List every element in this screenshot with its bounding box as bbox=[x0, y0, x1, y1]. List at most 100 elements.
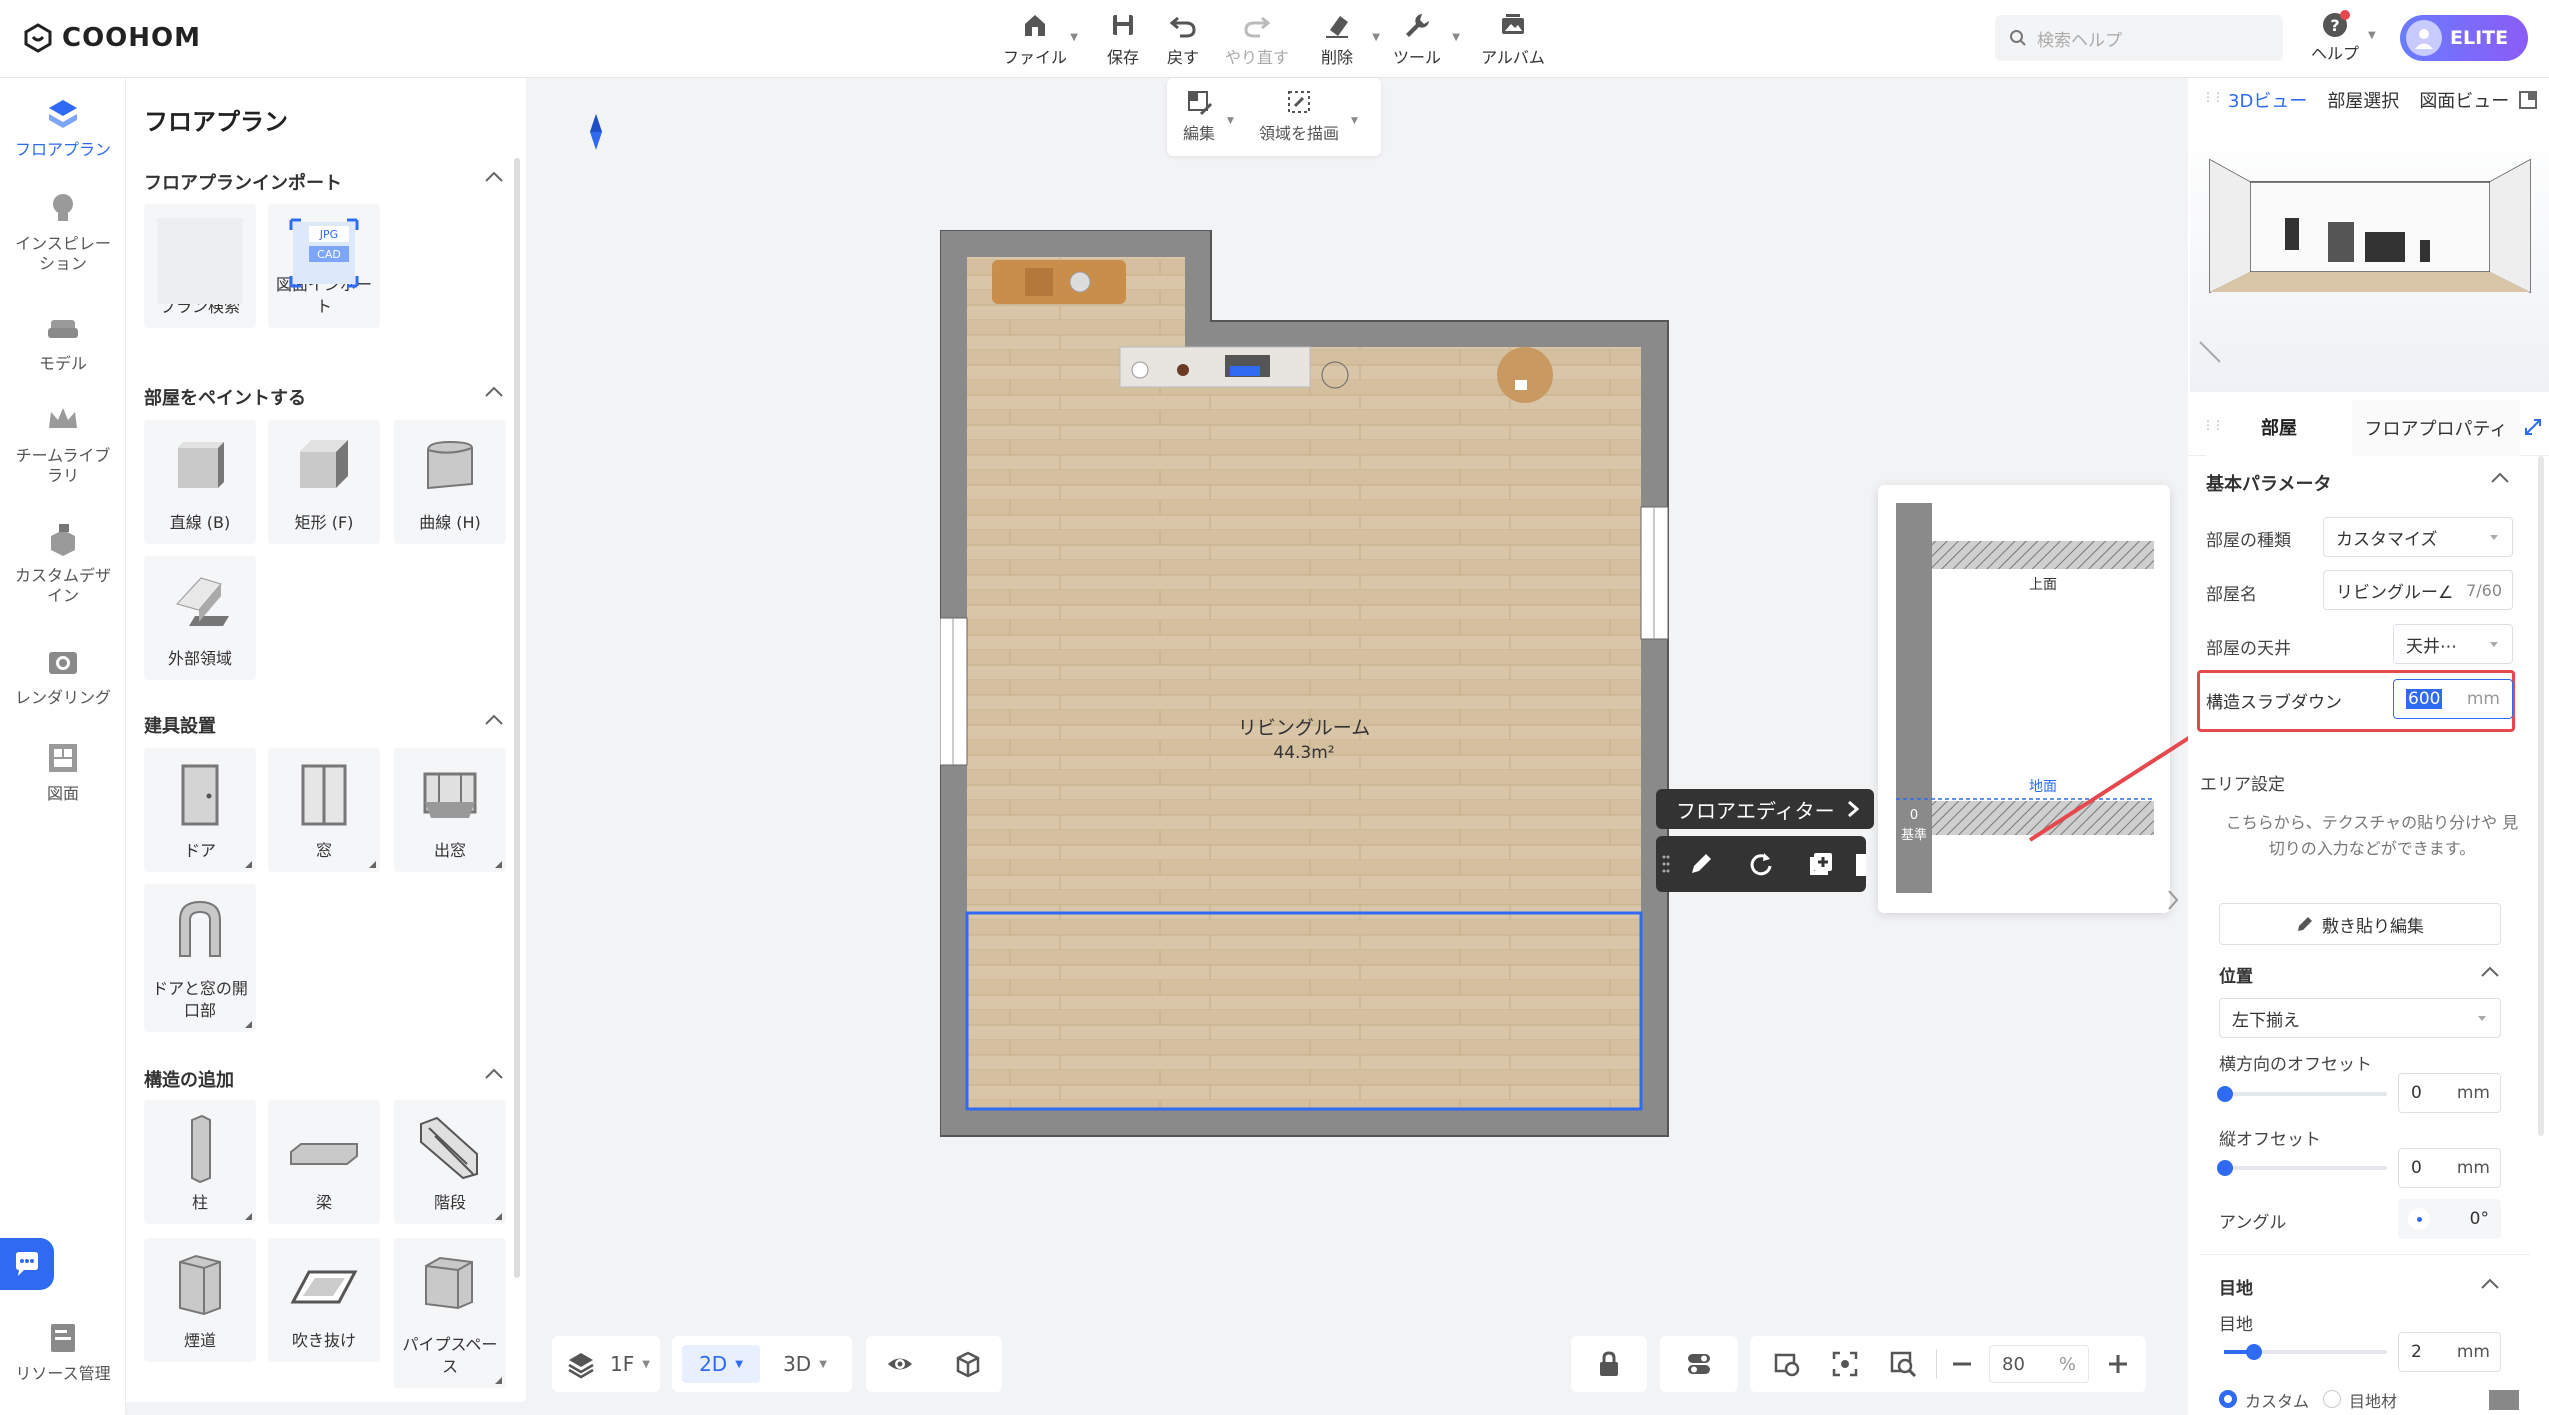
copy-add-icon[interactable] bbox=[1806, 849, 1836, 879]
right-panel-scrollbar[interactable] bbox=[2538, 456, 2544, 1136]
radio-material[interactable] bbox=[2323, 1390, 2342, 1408]
tools-button[interactable]: ツール ▼ bbox=[1382, 10, 1460, 70]
chevron-up-icon[interactable] bbox=[2480, 966, 2500, 978]
card-flue[interactable]: 煙道 bbox=[144, 1238, 256, 1362]
card-door-window-opening[interactable]: ドアと窓の開口部 bbox=[144, 884, 256, 1032]
nav-inspiration[interactable]: インスピレーション bbox=[0, 188, 126, 274]
card-column[interactable]: 柱 bbox=[144, 1100, 256, 1224]
room-name-input[interactable]: リビングルー∠ 7/60 bbox=[2323, 570, 2513, 610]
rotate-icon[interactable] bbox=[1746, 849, 1776, 879]
v-offset-input[interactable]: 0 mm bbox=[2398, 1148, 2501, 1188]
card-outer-area[interactable]: 外部領域 bbox=[144, 556, 256, 680]
app-logo[interactable]: COOHOM bbox=[22, 18, 201, 58]
tab-room[interactable]: 部屋 bbox=[2206, 400, 2352, 456]
card-plan-search[interactable]: プラン検索 bbox=[144, 204, 256, 328]
nav-blueprint[interactable]: 図面 bbox=[0, 738, 126, 804]
search-input[interactable]: 検索ヘルプ bbox=[1995, 15, 2283, 61]
slider-knob[interactable] bbox=[2217, 1160, 2233, 1176]
delete-button[interactable]: 削除 ▼ bbox=[1302, 10, 1380, 70]
sideboard[interactable] bbox=[992, 260, 1126, 304]
card-stairs[interactable]: 階段 bbox=[394, 1100, 506, 1224]
zoom-input[interactable]: 80 % bbox=[1989, 1345, 2089, 1383]
slider-knob[interactable] bbox=[2246, 1344, 2262, 1360]
chevron-up-icon[interactable] bbox=[484, 386, 504, 398]
pencil-icon[interactable] bbox=[1686, 849, 1716, 879]
file-button[interactable]: ファイル ▼ bbox=[1000, 10, 1078, 70]
cube-view-icon[interactable] bbox=[953, 1349, 983, 1379]
slider-knob[interactable] bbox=[2217, 1086, 2233, 1102]
nav-floorplan[interactable]: フロアプラン bbox=[0, 94, 126, 160]
nav-rendering[interactable]: レンダリング bbox=[0, 642, 126, 708]
v-offset-slider[interactable] bbox=[2217, 1160, 2387, 1176]
h-offset-input[interactable]: 0 mm bbox=[2398, 1073, 2501, 1113]
zoom-in-icon[interactable] bbox=[2103, 1349, 2133, 1379]
chevron-up-icon[interactable] bbox=[2490, 472, 2510, 484]
paving-edit-button[interactable]: 敷き貼り編集 bbox=[2219, 903, 2501, 945]
floor-selector[interactable]: 1F ▼ bbox=[552, 1336, 660, 1392]
floor-editor-button[interactable]: フロアエディター bbox=[1656, 789, 1874, 829]
angle-input[interactable]: 0° bbox=[2398, 1199, 2501, 1239]
drag-handle-icon[interactable] bbox=[1662, 854, 1670, 874]
help-button[interactable]: ? ヘルプ bbox=[2305, 10, 2365, 70]
tab-drawing-view[interactable]: 図面ビュー bbox=[2419, 87, 2509, 113]
card-import-drawing[interactable]: JPG CAD 図面インポート bbox=[268, 204, 380, 328]
chevron-up-icon[interactable] bbox=[484, 1068, 504, 1080]
card-void[interactable]: 吹き抜け bbox=[268, 1238, 380, 1362]
nav-team-library[interactable]: チームライブラリ bbox=[0, 400, 126, 486]
fit-view-icon[interactable] bbox=[1772, 1349, 1802, 1379]
h-offset-slider[interactable] bbox=[2217, 1086, 2387, 1102]
tab-floor-property[interactable]: フロアプロパティ bbox=[2352, 400, 2520, 456]
section-fixtures[interactable]: 建具設置 bbox=[144, 712, 504, 738]
floor-plan[interactable]: リビングルーム 44.3m² bbox=[940, 230, 1670, 1138]
undo-button[interactable]: 戻す bbox=[1148, 10, 1218, 70]
focus-icon[interactable] bbox=[1830, 1349, 1860, 1379]
slab-down-input[interactable]: 600 mm bbox=[2393, 679, 2513, 719]
collapse-chevron-icon[interactable] bbox=[2165, 885, 2181, 915]
card-window[interactable]: 窓 bbox=[268, 748, 380, 872]
mode-2d-button[interactable]: 2D ▼ bbox=[682, 1345, 760, 1383]
edit-button[interactable]: 編集 bbox=[1183, 88, 1215, 144]
left-panel-scrollbar[interactable] bbox=[514, 158, 520, 1278]
more-tool-edge[interactable] bbox=[1856, 854, 1866, 876]
lock-button[interactable] bbox=[1571, 1336, 1647, 1392]
alignment-select[interactable]: 左下揃え bbox=[2219, 998, 2501, 1038]
redo-button[interactable]: やり直す bbox=[1222, 10, 1292, 70]
chevron-up-icon[interactable] bbox=[2480, 1278, 2500, 1290]
tab-room-select[interactable]: 部屋選択 bbox=[2327, 87, 2399, 113]
expand-icon[interactable] bbox=[2524, 418, 2542, 436]
chat-button[interactable] bbox=[0, 1238, 54, 1290]
compass-icon[interactable] bbox=[588, 112, 604, 152]
chevron-up-icon[interactable] bbox=[484, 714, 504, 726]
card-rectangle[interactable]: 矩形 (F) bbox=[268, 420, 380, 544]
draw-area-button[interactable]: 領域を描画 bbox=[1259, 88, 1339, 144]
grout-slider[interactable] bbox=[2224, 1344, 2387, 1360]
card-line[interactable]: 直線 (B) bbox=[144, 420, 256, 544]
round-table[interactable] bbox=[1497, 347, 1553, 403]
angle-dial-icon[interactable] bbox=[2408, 1208, 2430, 1230]
ceiling-select[interactable]: 天井⋯ bbox=[2393, 624, 2513, 664]
card-beam[interactable]: 梁 bbox=[268, 1100, 380, 1224]
album-button[interactable]: アルバム bbox=[1478, 10, 1548, 70]
room-type-select[interactable]: カスタマイズ bbox=[2323, 517, 2513, 557]
chevron-up-icon[interactable] bbox=[484, 171, 504, 183]
mode-3d-button[interactable]: 3D ▼ bbox=[770, 1345, 840, 1383]
grout-color-swatch[interactable] bbox=[2489, 1390, 2519, 1410]
section-import[interactable]: フロアプランインポート bbox=[144, 169, 504, 195]
section-paint[interactable]: 部屋をペイントする bbox=[144, 384, 504, 410]
grout-input[interactable]: 2 mm bbox=[2398, 1332, 2501, 1372]
tab-3d-view[interactable]: 3Dビュー bbox=[2228, 87, 2307, 113]
nav-custom-design[interactable]: カスタムデザイン bbox=[0, 520, 126, 606]
card-door[interactable]: ドア bbox=[144, 748, 256, 872]
section-structure[interactable]: 構造の追加 bbox=[144, 1066, 504, 1092]
zoom-area-icon[interactable] bbox=[1888, 1349, 1918, 1379]
nav-resource-management[interactable]: リソース管理 bbox=[0, 1318, 126, 1384]
radio-custom[interactable] bbox=[2219, 1390, 2237, 1408]
card-pipe-space[interactable]: パイプスペース bbox=[394, 1238, 506, 1388]
3d-preview[interactable] bbox=[2190, 122, 2549, 392]
nav-model[interactable]: モデル bbox=[0, 308, 126, 374]
toggle-settings-button[interactable] bbox=[1660, 1336, 1738, 1392]
account-button[interactable]: ELITE bbox=[2400, 15, 2528, 61]
card-curve[interactable]: 曲線 (H) bbox=[394, 420, 506, 544]
eye-icon[interactable] bbox=[885, 1349, 915, 1379]
tv-console[interactable] bbox=[1119, 346, 1311, 388]
